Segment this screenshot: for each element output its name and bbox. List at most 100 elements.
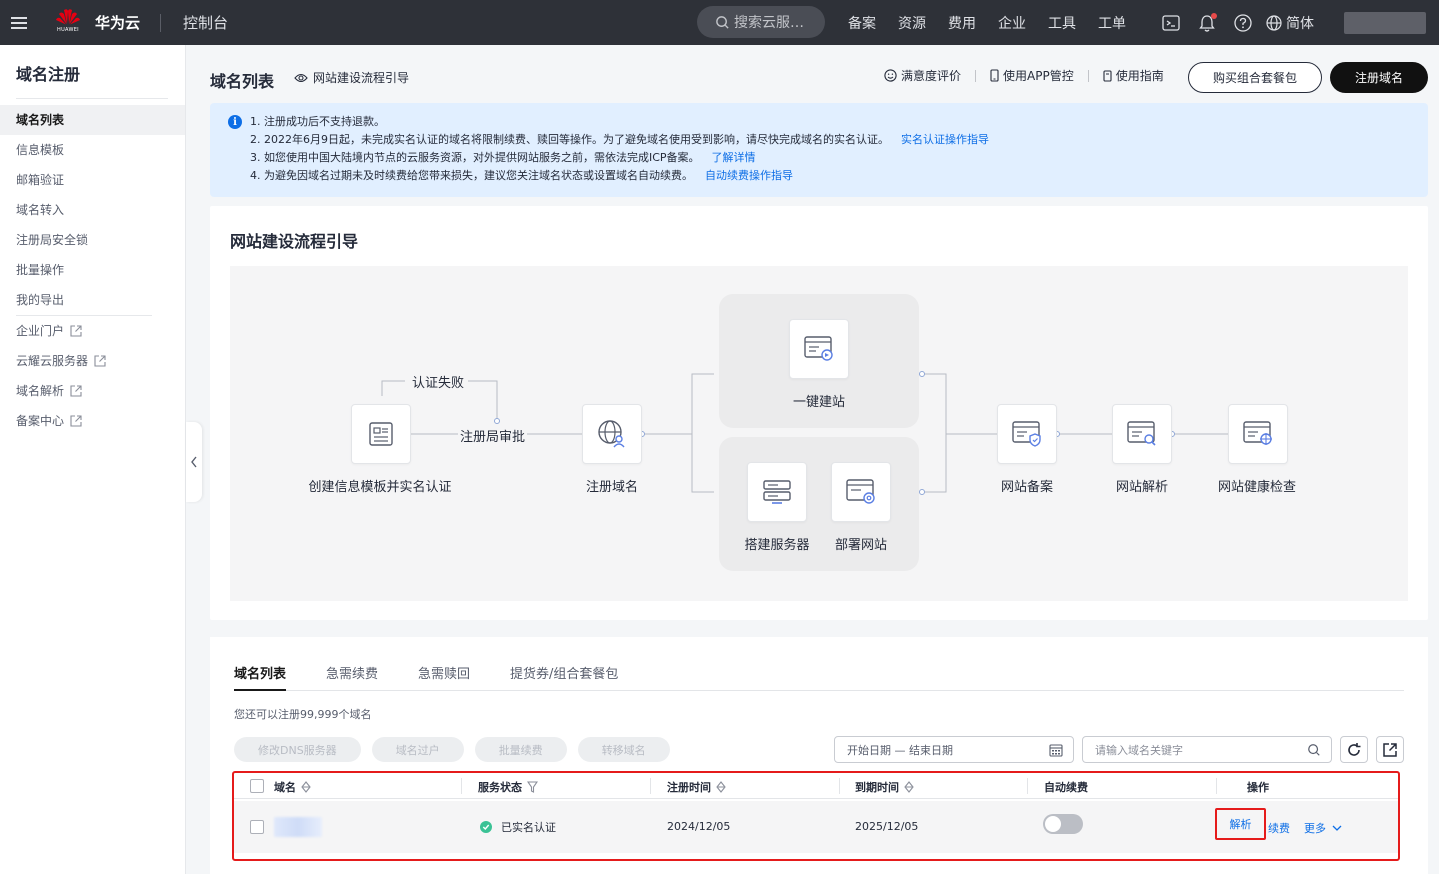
col-exp-time[interactable]: 到期时间 xyxy=(855,779,914,795)
divider xyxy=(1027,778,1028,794)
nav-tickets[interactable]: 工单 xyxy=(1098,13,1126,33)
renew-cell: 续费 xyxy=(1268,820,1290,836)
divider xyxy=(839,778,840,794)
sidebar-item-batch-ops[interactable]: 批量操作 xyxy=(0,255,185,285)
tab-domain-list[interactable]: 域名列表 xyxy=(234,663,287,691)
tab-vouchers[interactable]: 提货券/组合套餐包 xyxy=(510,663,618,691)
language-switch[interactable]: 简体 xyxy=(1266,13,1314,33)
domain-name-redacted xyxy=(274,817,322,837)
step-deploy-icon-box[interactable] xyxy=(831,462,891,522)
divider xyxy=(160,13,162,32)
sidebar-item-info-templates[interactable]: 信息模板 xyxy=(0,135,185,165)
transfer-domain-button[interactable]: 转移域名 xyxy=(577,737,670,762)
step-one-click-icon-box[interactable] xyxy=(789,319,849,379)
top-nav: 备案 资源 费用 企业 工具 工单 xyxy=(848,0,1148,45)
nav-billing[interactable]: 费用 xyxy=(948,13,976,33)
more-link[interactable]: 更多 xyxy=(1304,820,1326,836)
step-icp-icon-box[interactable] xyxy=(997,404,1057,464)
page-title: 域名列表 xyxy=(210,72,275,91)
sidebar-item-enterprise-portal[interactable]: 企业门户 xyxy=(0,316,185,346)
sidebar-item-domain-list[interactable]: 域名列表 xyxy=(0,105,185,135)
col-domain[interactable]: 域名 xyxy=(274,779,311,795)
transfer-owner-button[interactable]: 域名过户 xyxy=(371,737,464,762)
sidebar-item-domain-transfer-in[interactable]: 域名转入 xyxy=(0,195,185,225)
batch-renew-button[interactable]: 批量续费 xyxy=(474,737,567,762)
col-reg-time[interactable]: 注册时间 xyxy=(667,779,726,795)
select-all-checkbox[interactable] xyxy=(250,779,264,793)
global-search[interactable]: 搜索云服… xyxy=(697,6,825,38)
tab-redeem-urgent[interactable]: 急需赎回 xyxy=(418,663,470,691)
sort-icon xyxy=(301,781,311,793)
bell-icon[interactable] xyxy=(1194,10,1220,36)
notice-line: 3. 如您使用中国大陆境内节点的云服务资源，对外提供网站服务之前，需依法完成IC… xyxy=(250,149,1428,167)
console-link[interactable]: 控制台 xyxy=(183,12,228,33)
nav-resources[interactable]: 资源 xyxy=(898,13,926,33)
divider xyxy=(16,98,168,99)
nav-enterprise[interactable]: 企业 xyxy=(998,13,1026,33)
form-icon xyxy=(369,422,393,446)
smile-icon xyxy=(884,69,897,82)
step-server-icon-box[interactable] xyxy=(747,462,807,522)
col-domain-label: 域名 xyxy=(274,781,296,794)
divider xyxy=(1216,778,1217,794)
auto-renew-toggle[interactable] xyxy=(1043,814,1083,834)
step-icp-label: 网站备案 xyxy=(1000,480,1054,495)
quota-text: 您还可以注册99,999个域名 xyxy=(234,708,372,721)
app-control-link[interactable]: 使用APP管控 xyxy=(990,67,1074,84)
step-dns-label: 网站解析 xyxy=(1115,480,1169,495)
more-cell[interactable]: 更多 xyxy=(1304,820,1342,836)
monitor-shield-icon xyxy=(1012,421,1041,447)
export-button[interactable] xyxy=(1376,736,1404,763)
realname-guide-link[interactable]: 实名认证操作指导 xyxy=(901,133,989,146)
sidebar-item-icp-center[interactable]: 备案中心 xyxy=(0,406,185,436)
sidebar-collapse-button[interactable] xyxy=(186,422,202,502)
help-icon[interactable] xyxy=(1230,10,1256,36)
sidebar-item-registry-lock[interactable]: 注册局安全锁 xyxy=(0,225,185,255)
feedback-link[interactable]: 满意度评价 xyxy=(884,67,961,84)
user-account[interactable] xyxy=(1344,11,1426,34)
menu-icon[interactable] xyxy=(2,0,36,45)
registry-review-label: 注册局审批 xyxy=(458,426,528,445)
domain-name-cell[interactable] xyxy=(274,817,322,837)
exp-time-cell: 2025/12/05 xyxy=(855,820,919,833)
step-dns-icon-box[interactable] xyxy=(1112,404,1172,464)
keyword-search-input[interactable]: 请输入域名关键字 xyxy=(1082,736,1332,763)
auto-renew-guide-link[interactable]: 自动续费操作指导 xyxy=(705,169,793,182)
external-link-icon xyxy=(70,325,82,337)
guide-toggle[interactable]: 网站建设流程引导 xyxy=(294,69,409,86)
tab-renew-urgent[interactable]: 急需续费 xyxy=(326,663,378,691)
domain-list-card: 域名列表 急需续费 急需赎回 提货券/组合套餐包 您还可以注册99,999个域名… xyxy=(210,637,1428,874)
refresh-icon xyxy=(1348,742,1361,756)
step-health-icon-box[interactable] xyxy=(1228,404,1288,464)
resolve-link[interactable]: 解析 xyxy=(1230,816,1252,832)
notification-dot xyxy=(1211,12,1217,19)
eye-icon xyxy=(294,73,308,82)
globe-icon xyxy=(1266,14,1282,31)
terminal-icon[interactable] xyxy=(1158,10,1184,36)
notice-text: 3. 如您使用中国大陆境内节点的云服务资源，对外提供网站服务之前，需依法完成IC… xyxy=(250,151,700,164)
nav-tools[interactable]: 工具 xyxy=(1048,13,1076,33)
sidebar-item-email-verify[interactable]: 邮箱验证 xyxy=(0,165,185,195)
site-build-guide-card: 网站建设流程引导 认证失败 注册局审批 创建信息模板并实名认证 注册域名 一键建… xyxy=(210,206,1428,620)
sidebar-item-dns[interactable]: 域名解析 xyxy=(0,376,185,406)
nav-icp[interactable]: 备案 xyxy=(848,13,876,33)
status-text: 已实名认证 xyxy=(501,821,556,834)
manual-link[interactable]: 使用指南 xyxy=(1103,67,1164,84)
row-checkbox[interactable] xyxy=(250,820,264,834)
refresh-button[interactable] xyxy=(1340,736,1368,763)
step-template-icon-box[interactable] xyxy=(351,404,411,464)
icp-details-link[interactable]: 了解详情 xyxy=(712,151,756,164)
sidebar-item-my-exports[interactable]: 我的导出 xyxy=(0,285,185,315)
step-register-icon-box[interactable] xyxy=(582,404,642,464)
date-range-picker[interactable]: 开始日期 — 结束日期 xyxy=(834,736,1074,763)
huawei-cloud-logo[interactable]: HUAWEI 华为云 xyxy=(54,8,140,38)
register-domain-button[interactable]: 注册域名 xyxy=(1330,62,1428,93)
renew-link[interactable]: 续费 xyxy=(1268,820,1290,836)
search-icon xyxy=(1308,743,1320,756)
resolve-highlight: 解析 xyxy=(1215,808,1266,840)
buy-package-button[interactable]: 购买组合套餐包 xyxy=(1188,62,1322,93)
sidebar-item-flexus-server[interactable]: 云耀云服务器 xyxy=(0,346,185,376)
sidebar-menu: 域名列表 信息模板 邮箱验证 域名转入 注册局安全锁 批量操作 我的导出 企业门… xyxy=(0,105,185,436)
modify-dns-button[interactable]: 修改DNS服务器 xyxy=(234,737,361,762)
col-status[interactable]: 服务状态 xyxy=(478,779,538,795)
